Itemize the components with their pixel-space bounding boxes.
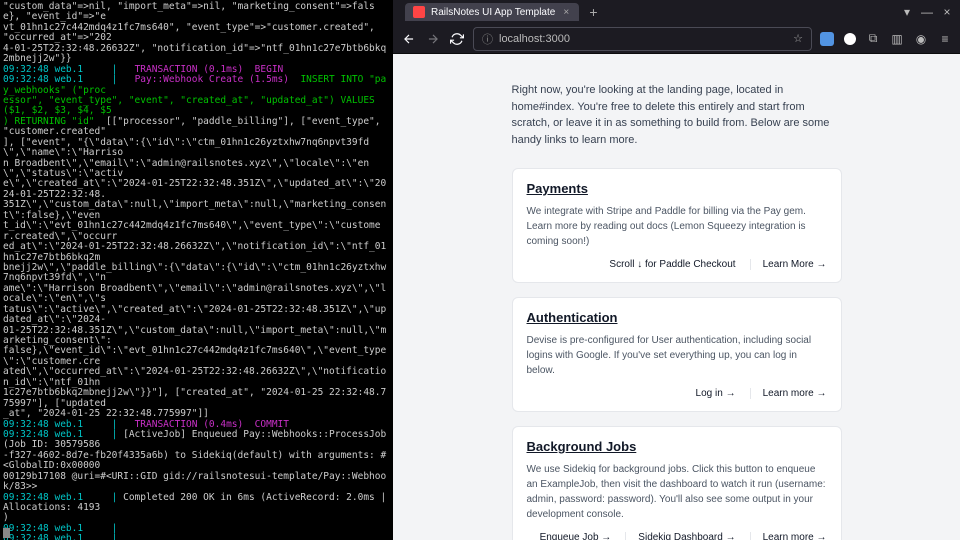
close-tab-icon[interactable]: × (561, 7, 571, 17)
card-body: We use Sidekiq for background jobs. Clic… (527, 462, 827, 522)
card-body: We integrate with Stripe and Paddle for … (527, 204, 827, 249)
close-window-icon[interactable]: × (940, 5, 954, 19)
url-bar[interactable]: ⓘ localhost:3000 ☆ (473, 27, 812, 51)
tab-bar: RailsNotes UI App Template × + (399, 1, 610, 23)
back-button[interactable] (401, 31, 417, 47)
bookmark-star-icon[interactable]: ☆ (793, 32, 803, 45)
card-body: Devise is pre-configured for User authen… (527, 333, 827, 378)
extension-icon-2[interactable] (844, 33, 856, 45)
card-links: Scroll ↓ for Paddle Checkout Learn More → (527, 259, 827, 270)
intro-text: Right now, you're looking at the landing… (512, 82, 842, 148)
extension-icon-3[interactable]: ⧉ (866, 32, 880, 46)
card-background-jobs: Background Jobs We use Sidekiq for backgr… (512, 426, 842, 540)
minimize-icon[interactable]: — (920, 5, 934, 19)
favicon-icon (413, 6, 425, 18)
forward-button[interactable] (425, 31, 441, 47)
terminal-pane[interactable]: "custom_data"=>nil, "import_meta"=>nil, … (0, 0, 393, 540)
lock-icon: ⓘ (482, 31, 493, 47)
sidebar-icon[interactable]: ▥ (890, 32, 904, 46)
reload-button[interactable] (449, 31, 465, 47)
card-link[interactable]: Sidekiq Dashboard → (625, 532, 735, 540)
card-link[interactable]: Enqueue Job → (540, 532, 612, 540)
menu-icon[interactable]: ≡ (938, 32, 952, 46)
new-tab-button[interactable]: + (583, 4, 603, 20)
card-links: Enqueue Job → Sidekiq Dashboard → Learn mo… (527, 532, 827, 540)
window-controls: ▾ — × (900, 5, 954, 19)
card-title[interactable]: Authentication (527, 310, 827, 325)
titlebar: RailsNotes UI App Template × + ▾ — × (393, 0, 960, 24)
card-link[interactable]: Scroll ↓ for Paddle Checkout (609, 259, 735, 270)
card-link[interactable]: Log in → (696, 388, 736, 399)
card-link[interactable]: Learn More → (750, 259, 827, 270)
card-link[interactable]: Learn more → (750, 388, 827, 399)
card-authentication: Authentication Devise is pre-configured f… (512, 297, 842, 412)
toolbar-right: ⧉ ▥ ◉ ≡ (820, 32, 952, 46)
page-content[interactable]: Right now, you're looking at the landing… (393, 54, 960, 540)
account-icon[interactable]: ◉ (914, 32, 928, 46)
extension-icon[interactable] (820, 32, 834, 46)
nav-bar: ⓘ localhost:3000 ☆ ⧉ ▥ ◉ ≡ (393, 24, 960, 54)
card-title[interactable]: Payments (527, 181, 827, 196)
card-link[interactable]: Learn more → (750, 532, 827, 540)
page-main: Right now, you're looking at the landing… (492, 82, 862, 540)
tab-title: RailsNotes UI App Template (431, 7, 555, 18)
card-links: Log in → Learn more → (527, 388, 827, 399)
browser-tab[interactable]: RailsNotes UI App Template × (405, 3, 579, 21)
chevron-down-icon[interactable]: ▾ (900, 5, 914, 19)
card-title[interactable]: Background Jobs (527, 439, 827, 454)
browser-window: RailsNotes UI App Template × + ▾ — × ⓘ l… (393, 0, 960, 540)
url-text: localhost:3000 (499, 33, 787, 45)
card-payments: Payments We integrate with Stripe and Pad… (512, 168, 842, 283)
